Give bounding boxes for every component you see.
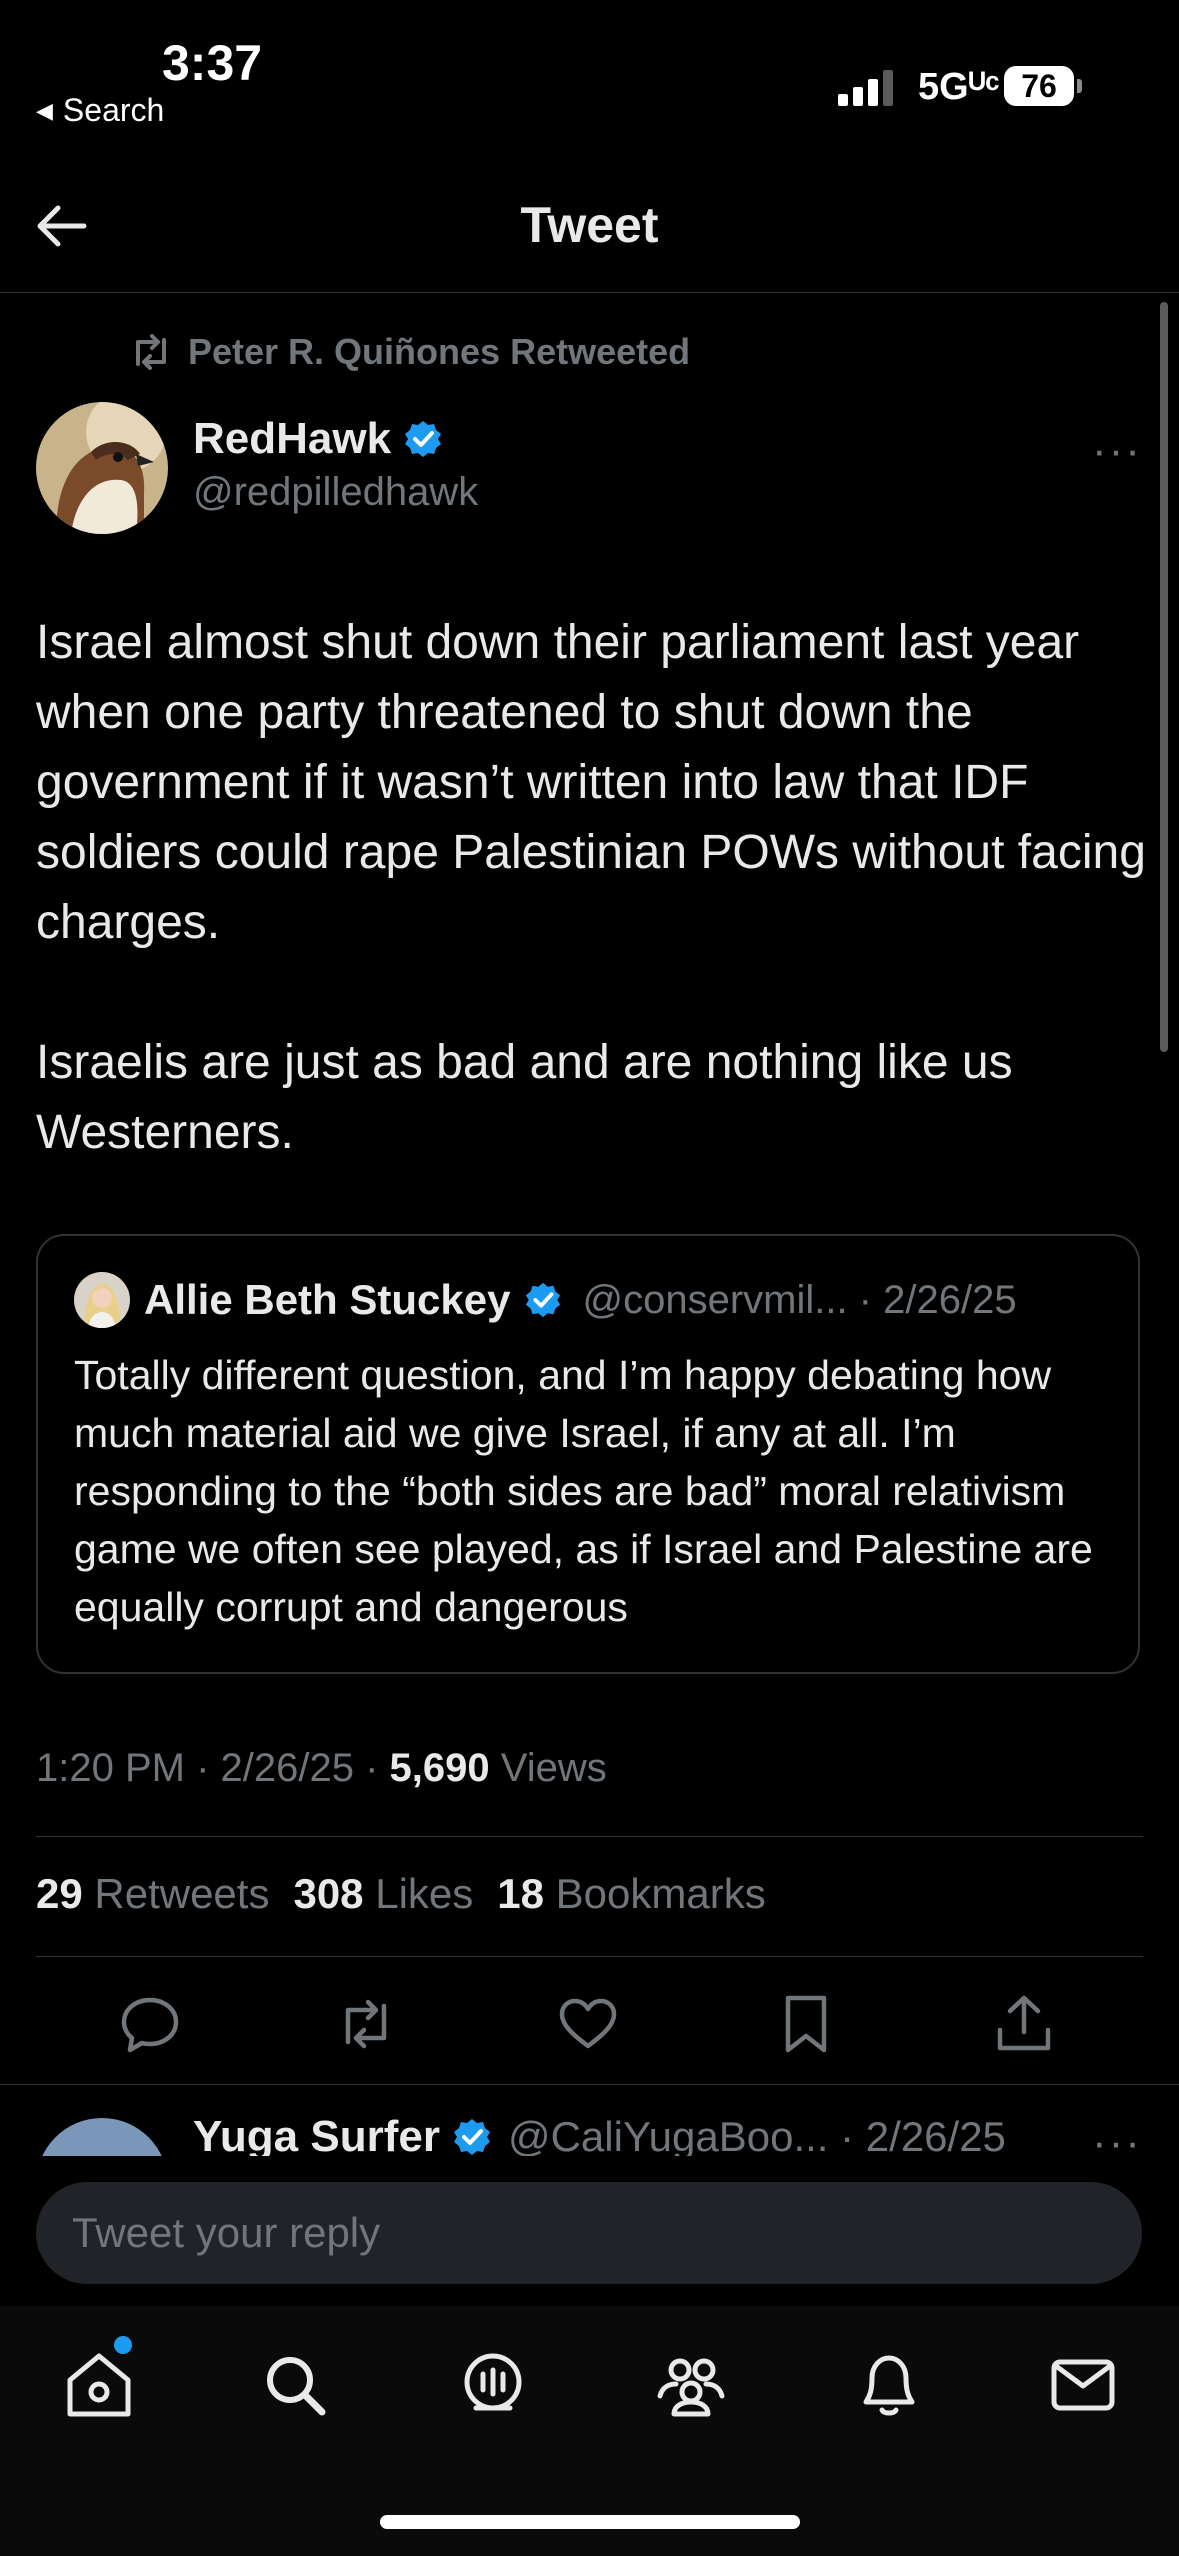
likes-count: 308 — [293, 1870, 364, 1917]
notifications-icon[interactable] — [852, 2348, 926, 2422]
retweets-label: Retweets — [82, 1870, 270, 1917]
retweets-count: 29 — [36, 1870, 83, 1917]
actions-divider — [0, 2084, 1179, 2085]
like-icon[interactable] — [556, 1992, 620, 2056]
cellular-signal-icon — [838, 70, 896, 106]
page-title: Tweet — [520, 197, 659, 253]
messages-icon[interactable] — [1046, 2348, 1120, 2422]
reply-author[interactable]: Yuga Surfer @CaliYugaBoo... · 2/26/25 — [193, 2112, 1006, 2162]
retweeted-by-label: Peter R. Quiñones Retweeted — [188, 331, 691, 372]
views-label: Views — [489, 1746, 607, 1790]
communities-icon[interactable] — [654, 2348, 728, 2422]
tweet-timestamp: 1:20 PM · 2/26/25 · — [36, 1746, 390, 1790]
verified-badge-icon — [403, 419, 443, 459]
status-time: 3:37 — [162, 35, 263, 91]
views-count: 5,690 — [389, 1746, 490, 1790]
retweet-small-icon — [130, 334, 172, 370]
author-handle[interactable]: @redpilledhawk — [193, 470, 478, 515]
share-icon[interactable] — [992, 1992, 1056, 2056]
bookmarks-label: Bookmarks — [543, 1870, 766, 1917]
stats-divider — [36, 1956, 1143, 1957]
bookmarks-stat[interactable]: 18 Bookmarks — [497, 1870, 765, 1918]
retweets-stat[interactable]: 29 Retweets — [36, 1870, 269, 1918]
meta-divider — [36, 1836, 1143, 1837]
bookmarks-count: 18 — [497, 1870, 544, 1917]
search-icon[interactable] — [258, 2348, 332, 2422]
back-triangle-icon: ◀ — [36, 97, 53, 123]
author-avatar[interactable] — [36, 402, 168, 534]
retweet-icon[interactable] — [334, 1992, 398, 2056]
more-options-icon[interactable]: ··· — [1092, 426, 1142, 476]
retweeted-by[interactable]: Peter R. Quiñones Retweeted — [130, 331, 690, 373]
likes-stat[interactable]: 308 Likes — [293, 1870, 473, 1918]
likes-label: Likes — [363, 1870, 474, 1917]
engagement-stats: 29 Retweets 308 Likes 18 Bookmarks — [36, 1870, 766, 1918]
author-name-text: RedHawk — [193, 414, 392, 463]
quoted-author-handle: @conservmil... · 2/26/25 — [582, 1277, 1017, 1322]
network-type: 5Gᵁᶜ — [918, 66, 1000, 108]
reply-verified-badge-icon — [452, 2117, 492, 2157]
quoted-author-name: Allie Beth Stuckey — [144, 1276, 511, 1323]
home-icon[interactable] — [62, 2348, 136, 2422]
reply-icon[interactable] — [118, 1992, 182, 2056]
bookmark-icon[interactable] — [774, 1992, 838, 2056]
tweet-text: Israel almost shut down their parliament… — [36, 616, 1146, 1159]
scrollbar[interactable] — [1160, 302, 1168, 1052]
back-to-search-link[interactable]: ◀ Search — [36, 92, 164, 129]
spaces-icon[interactable] — [456, 2348, 530, 2422]
home-indicator[interactable] — [380, 2515, 800, 2529]
quoted-verified-badge-icon — [524, 1281, 562, 1319]
tweet-meta: 1:20 PM · 2/26/25 · 5,690 Views — [36, 1746, 607, 1791]
author-name[interactable]: RedHawk — [193, 414, 443, 464]
home-notification-dot — [114, 2336, 132, 2354]
reply-author-name: Yuga Surfer — [193, 2112, 440, 2161]
reply-input[interactable]: Tweet your reply — [36, 2182, 1142, 2284]
reply-author-handle: @CaliYugaBoo... · 2/26/25 — [507, 2113, 1006, 2160]
back-to-search-label: Search — [62, 92, 165, 128]
battery-tip — [1077, 79, 1082, 93]
quoted-author-avatar — [74, 1272, 130, 1328]
quoted-tweet-text: Totally different question, and I’m happ… — [74, 1352, 1093, 1630]
header-divider — [0, 292, 1179, 293]
quoted-tweet-header: Allie Beth Stuckey @conservmil... · 2/26… — [74, 1272, 1017, 1328]
battery-level: 76 — [1004, 66, 1074, 106]
